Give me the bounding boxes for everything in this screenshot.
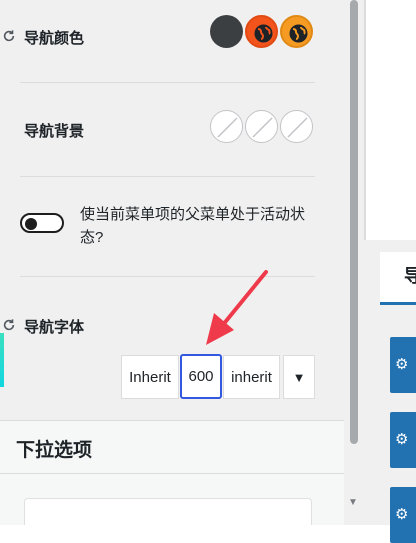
preview-tab[interactable]: 导 — [380, 252, 416, 305]
preview-panel: 导 ⚙ ⚙ ⚙ — [364, 240, 416, 543]
font-weight-select[interactable]: 600 — [180, 354, 222, 399]
nav-color-label: 导航颜色 — [24, 30, 85, 47]
nav-background-label: 导航背景 — [24, 123, 85, 140]
divider — [0, 473, 344, 474]
widget-block[interactable]: ⚙ — [390, 412, 416, 468]
toggle-knob — [25, 218, 37, 230]
accent-strip — [0, 333, 4, 387]
scroll-down-arrow[interactable]: ▼ — [348, 497, 358, 508]
gear-icon: ⚙ — [395, 431, 409, 448]
nav-font-label: 导航字体 — [24, 319, 85, 336]
globe-icon — [254, 24, 273, 43]
divider — [20, 176, 315, 177]
gear-icon: ⚙ — [395, 506, 409, 523]
dropdown-options-title: 下拉选项 — [16, 440, 93, 461]
swatch-orange[interactable] — [245, 15, 278, 48]
parent-active-toggle[interactable] — [20, 213, 64, 233]
swatch-empty[interactable] — [280, 110, 313, 143]
preview-area: 导 ⚙ ⚙ ⚙ — [364, 0, 416, 543]
globe-icon — [289, 24, 308, 43]
swatch-empty[interactable] — [210, 110, 243, 143]
no-color-icon — [217, 117, 238, 138]
parent-active-text: 使当前菜单项的父菜单处于活动状态? — [80, 206, 306, 246]
font-family-select[interactable]: Inherit — [121, 355, 179, 399]
reset-icon[interactable] — [2, 318, 16, 332]
preview-tab-label: 导 — [404, 266, 416, 286]
widget-block[interactable]: ⚙ — [390, 487, 416, 543]
widget-block[interactable]: ⚙ — [390, 337, 416, 393]
divider — [20, 82, 315, 83]
no-color-icon — [252, 117, 273, 138]
swatch-dark[interactable] — [210, 15, 243, 48]
gear-icon: ⚙ — [395, 356, 409, 373]
panel-scrollbar[interactable]: ▼ — [344, 0, 364, 525]
reset-icon[interactable] — [2, 29, 16, 43]
preview-border — [364, 0, 366, 240]
more-options-button[interactable]: ▼ — [283, 355, 315, 399]
swatch-empty[interactable] — [245, 110, 278, 143]
no-color-icon — [287, 117, 308, 138]
dropdown-options-section: 下拉选项 — [0, 420, 344, 525]
swatch-amber[interactable] — [280, 15, 313, 48]
dropdown-option-field[interactable] — [24, 498, 312, 525]
text-transform-select[interactable]: inherit — [223, 355, 280, 399]
divider — [20, 276, 315, 277]
customizer-panel: 导航颜色 导航背景 使当前菜单项的父菜单处于活动状态? 导航字体 Inherit — [0, 0, 344, 525]
scroll-thumb[interactable] — [350, 0, 358, 444]
